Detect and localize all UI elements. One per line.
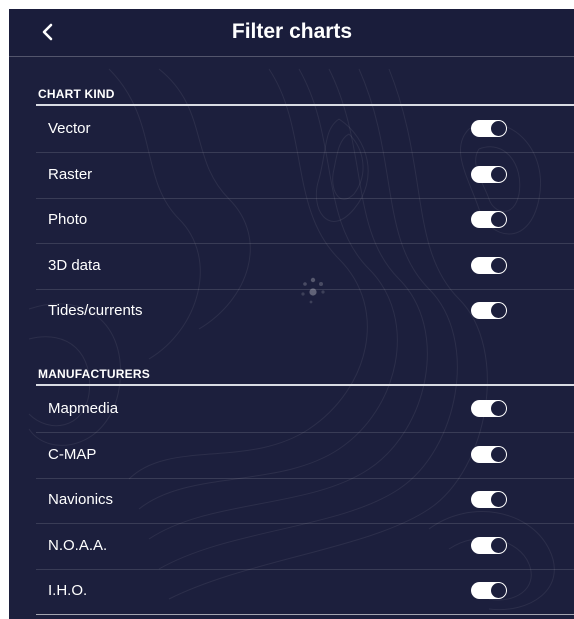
row-label: Navionics bbox=[48, 491, 114, 508]
row-label: Mapmedia bbox=[48, 400, 119, 417]
row-label: 3D data bbox=[48, 257, 101, 274]
page-title: Filter charts bbox=[231, 20, 353, 43]
toggle-knob bbox=[491, 212, 506, 227]
row-label: Photo bbox=[48, 211, 88, 228]
toggle-row-c-map[interactable]: C-MAP bbox=[36, 433, 574, 479]
row-label: N.O.A.A. bbox=[48, 537, 108, 554]
list-bottom-divider bbox=[36, 614, 574, 615]
toggle-knob bbox=[491, 538, 506, 553]
c-map-toggle[interactable] bbox=[471, 446, 507, 463]
filter-charts-panel: Filter charts CHART KIND Vector Raster P… bbox=[9, 9, 574, 619]
section-title-chart-kind: CHART KIND bbox=[38, 87, 115, 101]
iho-toggle[interactable] bbox=[471, 582, 507, 599]
row-label: I.H.O. bbox=[48, 582, 88, 599]
loading-spinner-icon bbox=[301, 277, 325, 304]
toggle-knob bbox=[491, 583, 506, 598]
row-label: Raster bbox=[48, 166, 93, 183]
toggle-row-photo[interactable]: Photo bbox=[36, 198, 574, 244]
toggle-knob bbox=[491, 121, 506, 136]
navionics-toggle[interactable] bbox=[471, 491, 507, 508]
photo-toggle[interactable] bbox=[471, 211, 507, 228]
raster-toggle[interactable] bbox=[471, 166, 507, 183]
toggle-row-navionics[interactable]: Navionics bbox=[36, 478, 574, 524]
toggle-row-raster[interactable]: Raster bbox=[36, 153, 574, 199]
toggle-knob bbox=[491, 492, 506, 507]
section-divider bbox=[36, 384, 574, 386]
noaa-toggle[interactable] bbox=[471, 537, 507, 554]
toggle-knob bbox=[491, 401, 506, 416]
toggle-knob bbox=[491, 167, 506, 182]
section-title-manufacturers: MANUFACTURERS bbox=[38, 367, 150, 381]
toggle-knob bbox=[491, 303, 506, 318]
toggle-row-mapmedia[interactable]: Mapmedia bbox=[36, 387, 574, 433]
toggle-knob bbox=[491, 447, 506, 462]
mapmedia-toggle[interactable] bbox=[471, 400, 507, 417]
toggle-row-vector[interactable]: Vector bbox=[36, 107, 574, 153]
toggle-row-iho[interactable]: I.H.O. bbox=[36, 569, 574, 614]
section-divider bbox=[36, 104, 574, 106]
tides-currents-toggle[interactable] bbox=[471, 302, 507, 319]
row-label: Vector bbox=[48, 120, 91, 137]
top-bar: Filter charts bbox=[9, 9, 574, 57]
row-label: C-MAP bbox=[48, 446, 97, 463]
row-label: Tides/currents bbox=[48, 302, 143, 319]
3d-data-toggle[interactable] bbox=[471, 257, 507, 274]
vector-toggle[interactable] bbox=[471, 120, 507, 137]
toggle-knob bbox=[491, 258, 506, 273]
toggle-row-noaa[interactable]: N.O.A.A. bbox=[36, 524, 574, 570]
